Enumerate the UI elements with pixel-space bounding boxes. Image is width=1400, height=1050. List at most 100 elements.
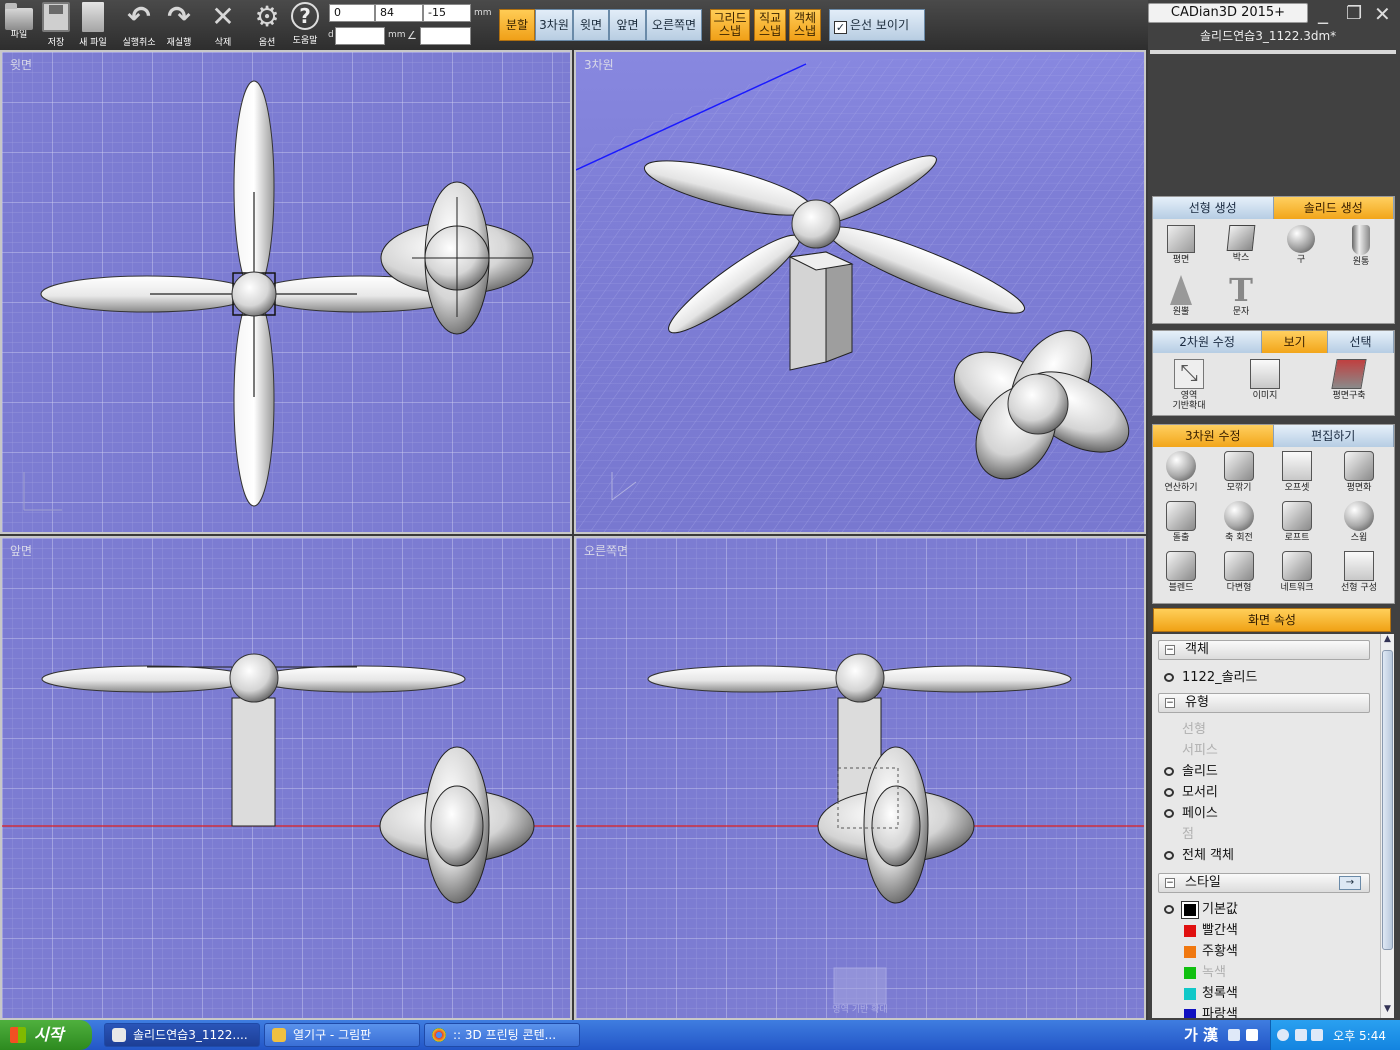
task-paint[interactable]: 열기구 - 그림판 (264, 1023, 420, 1047)
eye-icon[interactable] (1164, 767, 1174, 776)
zoom-window-button[interactable]: ⤡ 영역 기반확대 (1163, 359, 1215, 411)
section-object[interactable]: − 객체 (1158, 640, 1370, 660)
task-cadian[interactable]: 솔리드연습3_1122.... (104, 1023, 260, 1047)
type-row[interactable]: 서피스 (1152, 741, 1380, 761)
paint-app-icon (272, 1028, 286, 1042)
angle-field[interactable] (420, 27, 471, 45)
checkbox-checked-icon[interactable]: ✓ (834, 21, 847, 34)
scroll-down-icon[interactable]: ▼ (1381, 1004, 1394, 1018)
section-style[interactable]: − 스타일 → (1158, 873, 1370, 893)
restore-icon[interactable]: ❐ (1346, 4, 1362, 24)
tab-3d-edit[interactable]: 3차원 수정 (1153, 425, 1274, 447)
eye-icon[interactable] (1164, 905, 1174, 914)
cone-button[interactable]: 원뿔 (1155, 275, 1207, 317)
volume-icon[interactable] (1295, 1029, 1307, 1041)
style-row[interactable]: 빨간색 (1152, 921, 1380, 941)
view-3d-button[interactable]: 3차원 (535, 9, 573, 41)
curve-structure-button[interactable]: 선형 구성 (1333, 551, 1385, 593)
tab-solid-create[interactable]: 솔리드 생성 (1273, 197, 1394, 219)
view-split-button[interactable]: 분할 (499, 9, 535, 41)
box-button[interactable]: 박스 (1215, 225, 1267, 263)
collapse-icon[interactable]: − (1165, 645, 1175, 655)
boolean-button[interactable]: 연산하기 (1155, 451, 1207, 493)
viewport-right[interactable]: 오른쪽면 영역 기반 확대 (574, 536, 1146, 1020)
eye-icon[interactable] (1164, 851, 1174, 860)
fillet-button[interactable]: 모깎기 (1213, 451, 1265, 493)
hidden-line-toggle[interactable]: ✓ 은선 보이기 (829, 9, 925, 41)
delete-button[interactable]: ✕ 삭제 (204, 2, 242, 49)
task-browser[interactable]: :: 3D 프린팅 콘텐... (424, 1023, 580, 1047)
coord-x-field[interactable]: 0 (329, 4, 375, 22)
plane-button[interactable]: 평면 (1155, 225, 1207, 265)
revolve-button[interactable]: 축 회전 (1213, 501, 1265, 543)
text-button[interactable]: T 문자 (1215, 274, 1267, 317)
redo-button[interactable]: ↷ 재실행 (160, 2, 198, 49)
sweep-button[interactable]: 스윕 (1333, 501, 1385, 543)
construction-plane-button[interactable]: 평면구축 (1323, 359, 1375, 401)
ime-settings-icon[interactable] (1228, 1029, 1240, 1041)
eye-icon[interactable] (1164, 809, 1174, 818)
offset-button[interactable]: 오프셋 (1271, 451, 1323, 493)
eye-icon[interactable] (1164, 788, 1174, 797)
type-row[interactable]: 전체 객체 (1152, 846, 1380, 866)
ime-indicator[interactable]: 가 漢 (1184, 1024, 1218, 1045)
view-right-button[interactable]: 오른쪽면 (646, 9, 702, 41)
minimize-icon[interactable]: _ (1318, 2, 1328, 22)
polygon-button[interactable]: 다변형 (1213, 551, 1265, 593)
type-row[interactable]: 선형 (1152, 720, 1380, 740)
flatten-button[interactable]: 평면화 (1333, 451, 1385, 493)
style-row[interactable]: 기본값 (1152, 900, 1380, 920)
scroll-up-icon[interactable]: ▲ (1381, 634, 1394, 648)
network-button[interactable]: 네트워크 (1271, 551, 1323, 593)
tab-view[interactable]: 보기 (1262, 331, 1329, 353)
style-row[interactable]: 녹색 (1152, 963, 1380, 983)
help-button[interactable]: ? 도움말 (286, 2, 324, 48)
view-top-button[interactable]: 윗면 (573, 9, 609, 41)
viewport-top[interactable]: 윗면 (0, 50, 572, 534)
tray-expand-icon[interactable] (1277, 1029, 1289, 1041)
file-button[interactable]: 파일 (0, 2, 38, 48)
options-button[interactable]: ⚙ 옵션 (248, 2, 286, 49)
type-row[interactable]: 모서리 (1152, 783, 1380, 803)
network-icon[interactable] (1311, 1029, 1323, 1041)
section-type[interactable]: − 유형 (1158, 693, 1370, 713)
image-button[interactable]: 이미지 (1239, 359, 1291, 401)
properties-scrollbar[interactable]: ▲ ▼ (1380, 634, 1394, 1018)
ortho-snap-button[interactable]: 직교 스냅 (754, 9, 786, 41)
ime-help-icon[interactable] (1246, 1029, 1258, 1041)
sphere-button[interactable]: 구 (1275, 225, 1327, 265)
object-item[interactable]: 1122_솔리드 (1152, 668, 1380, 688)
style-row[interactable]: 파랑색 (1152, 1005, 1380, 1018)
collapse-icon[interactable]: − (1165, 698, 1175, 708)
tab-curve-create[interactable]: 선형 생성 (1153, 197, 1274, 219)
type-row[interactable]: 점 (1152, 825, 1380, 845)
grid-snap-button[interactable]: 그리드 스냅 (710, 9, 750, 41)
blend-button[interactable]: 블렌드 (1155, 551, 1207, 593)
eye-icon[interactable] (1164, 673, 1174, 682)
cylinder-button[interactable]: 원통 (1335, 225, 1387, 267)
viewport-3d[interactable]: 3차원 (574, 50, 1146, 534)
tab-editing[interactable]: 편집하기 (1273, 425, 1394, 447)
extrude-button[interactable]: 돌출 (1155, 501, 1207, 543)
coord-z-field[interactable]: -15 (423, 4, 471, 22)
distance-field[interactable] (335, 27, 385, 45)
tab-2d-edit[interactable]: 2차원 수정 (1153, 331, 1263, 353)
arrow-right-icon[interactable]: → (1339, 876, 1361, 890)
undo-button[interactable]: ↶ 실행취소 (120, 2, 158, 49)
loft-button[interactable]: 로프트 (1271, 501, 1323, 543)
viewport-front[interactable]: 앞면 (0, 536, 572, 1020)
object-snap-button[interactable]: 객체 스냅 (789, 9, 821, 41)
new-file-button[interactable]: 새 파일 (74, 2, 112, 48)
coord-y-field[interactable]: 84 (375, 4, 423, 22)
close-icon[interactable]: ✕ (1374, 4, 1391, 24)
scroll-thumb[interactable] (1382, 650, 1393, 950)
tab-select[interactable]: 선택 (1328, 331, 1394, 353)
style-row[interactable]: 주황색 (1152, 942, 1380, 962)
collapse-icon[interactable]: − (1165, 878, 1175, 888)
style-row[interactable]: 청록색 (1152, 984, 1380, 1004)
start-button[interactable]: 시작 (0, 1020, 92, 1050)
type-row[interactable]: 솔리드 (1152, 762, 1380, 782)
type-row[interactable]: 페이스 (1152, 804, 1380, 824)
save-button[interactable]: 저장 (37, 2, 75, 48)
view-front-button[interactable]: 앞면 (609, 9, 646, 41)
